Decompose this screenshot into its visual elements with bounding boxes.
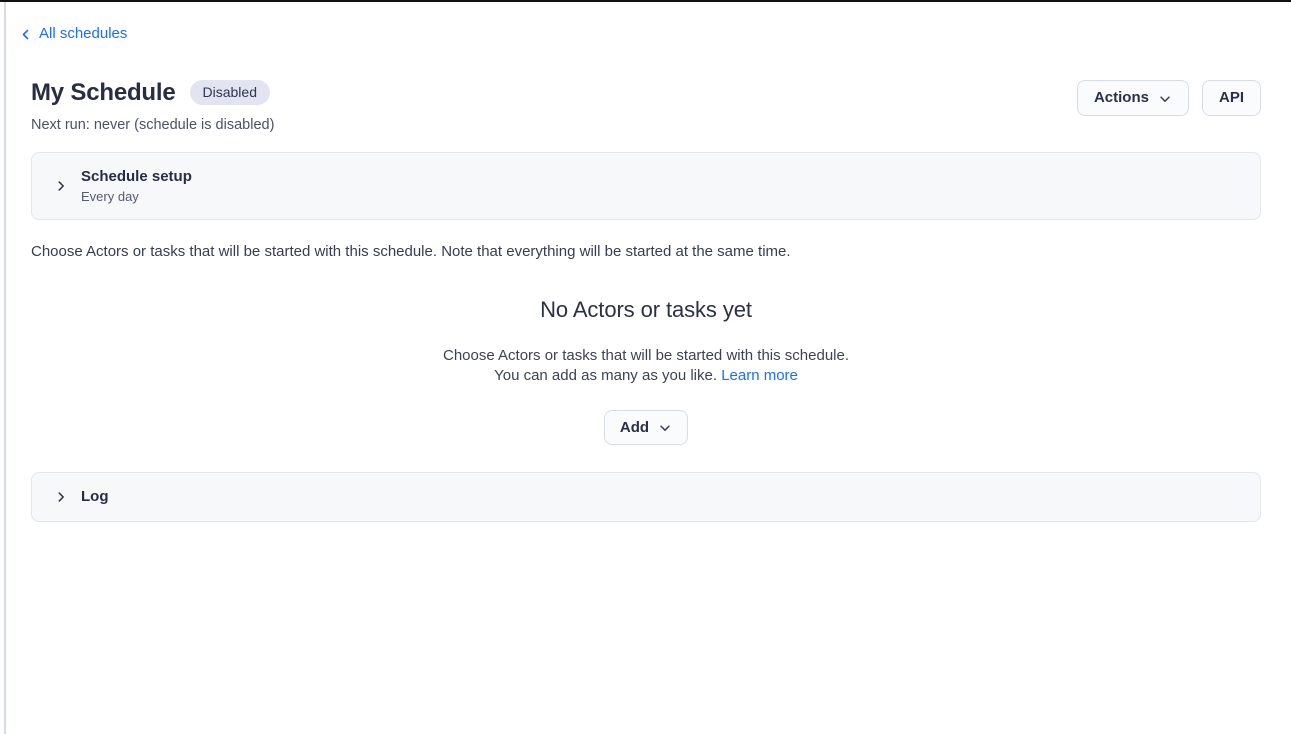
schedule-detail-page: All schedules My Schedule Disabled Next … [0,0,1291,522]
schedule-setup-title: Schedule setup [81,167,192,186]
chevron-right-icon [54,179,68,193]
chevron-down-icon [1158,92,1172,106]
schedule-setup-subtitle: Every day [81,188,192,205]
actions-button[interactable]: Actions [1077,80,1189,116]
actions-button-label: Actions [1094,89,1149,106]
back-link-label: All schedules [39,25,127,42]
header-actions: Actions API [1077,80,1261,116]
empty-state-description: Choose Actors or tasks that will be star… [31,346,1261,386]
back-link-all-schedules[interactable]: All schedules [19,25,127,42]
page-title: My Schedule [31,79,176,107]
empty-state: No Actors or tasks yet Choose Actors or … [31,297,1261,445]
log-panel[interactable]: Log [31,472,1261,522]
add-button[interactable]: Add [604,410,688,445]
schedule-setup-panel[interactable]: Schedule setup Every day [31,152,1261,220]
log-panel-title: Log [81,487,109,506]
next-run-text: Next run: never (schedule is disabled) [31,117,274,133]
main-content: All schedules My Schedule Disabled Next … [0,0,1291,522]
chevron-down-icon [658,421,672,435]
status-badge: Disabled [190,80,270,105]
chevron-left-icon [19,28,32,41]
api-button[interactable]: API [1202,80,1261,116]
add-button-label: Add [620,419,649,436]
learn-more-link[interactable]: Learn more [721,367,798,384]
empty-state-description-line2: You can add as many as you like. [494,367,717,384]
chevron-right-icon [54,490,68,504]
empty-state-description-line1: Choose Actors or tasks that will be star… [443,347,849,364]
page-header: My Schedule Disabled Next run: never (sc… [31,79,1261,133]
intro-text: Choose Actors or tasks that will be star… [31,242,1261,262]
empty-state-title: No Actors or tasks yet [31,297,1261,323]
api-button-label: API [1219,89,1244,106]
